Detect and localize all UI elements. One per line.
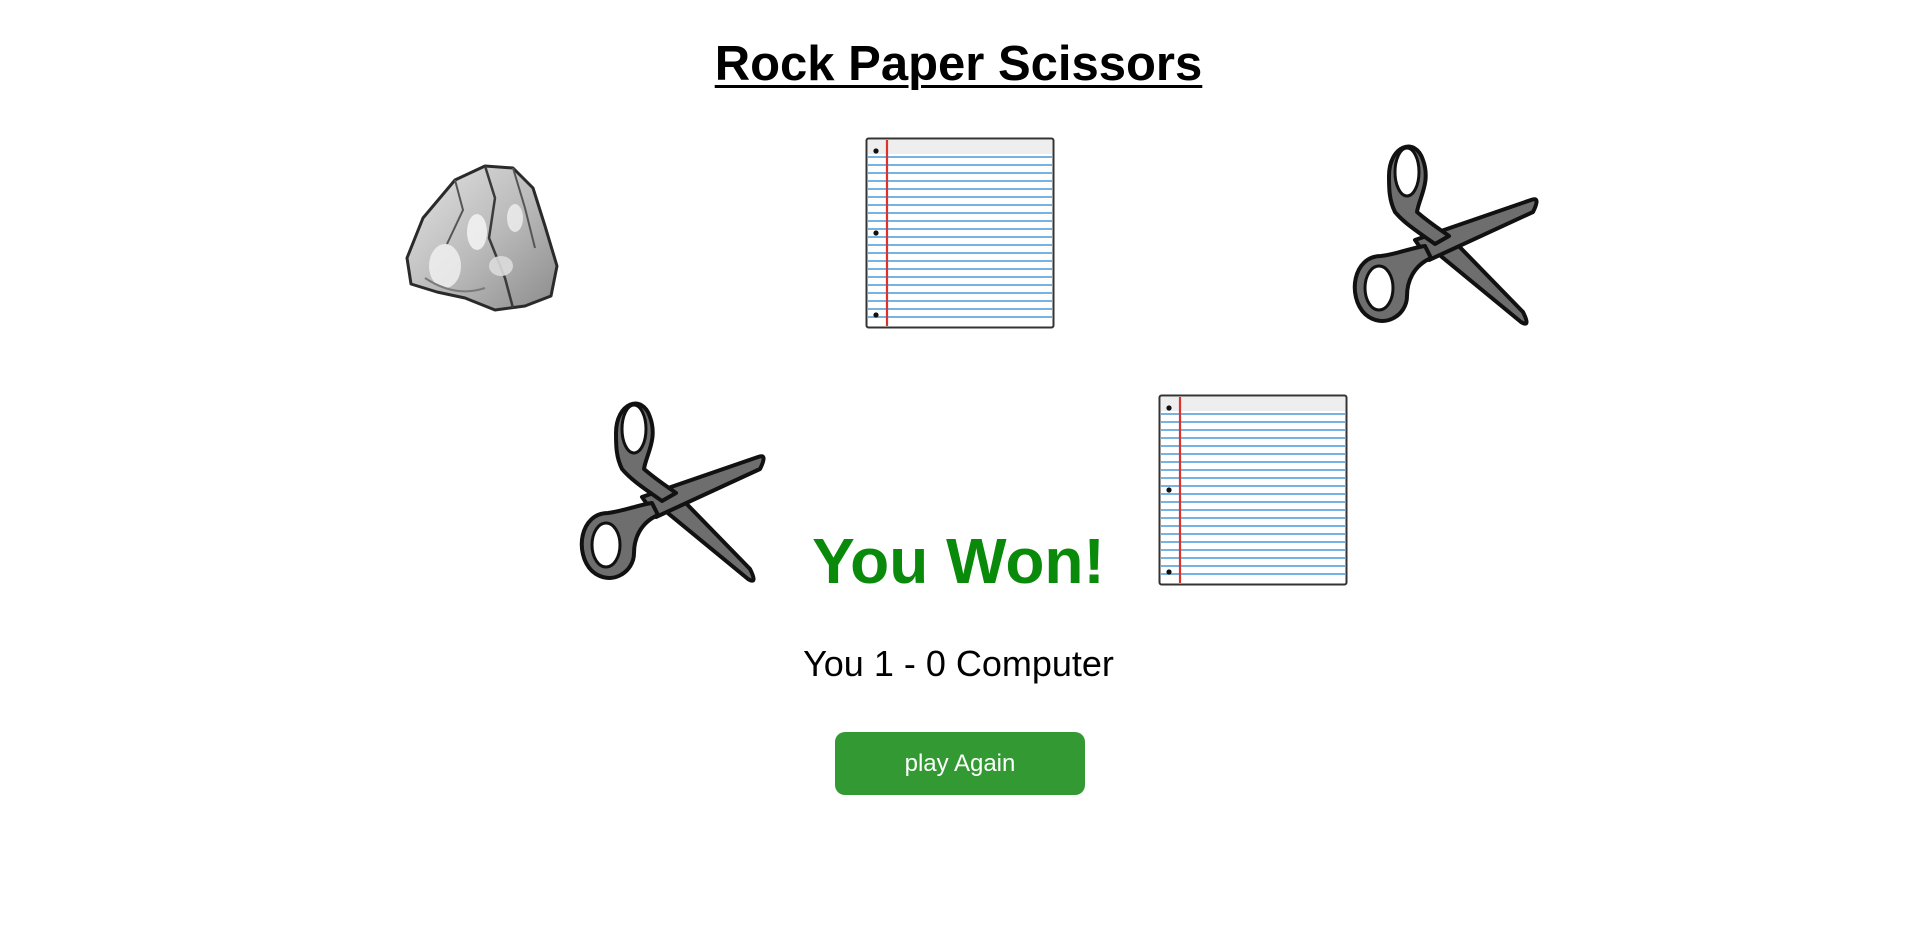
- paper-icon: [1158, 394, 1348, 586]
- game-page: Rock Paper Scissors You Won! You 1 - 0 C…: [0, 0, 1917, 937]
- page-title: Rock Paper Scissors: [714, 37, 1203, 91]
- rock-icon: [405, 164, 559, 312]
- result-message: You Won!: [812, 525, 1105, 597]
- choice-paper-button[interactable]: [865, 137, 1055, 329]
- choice-rock-button[interactable]: [385, 148, 573, 336]
- computer-pick-display: [1158, 394, 1348, 586]
- score-display: You 1 - 0 Computer: [803, 643, 1114, 684]
- choice-scissors-button[interactable]: [1345, 136, 1539, 330]
- paper-icon: [865, 137, 1055, 329]
- scissors-icon: [1352, 144, 1539, 326]
- play-again-button[interactable]: play Again: [835, 732, 1085, 795]
